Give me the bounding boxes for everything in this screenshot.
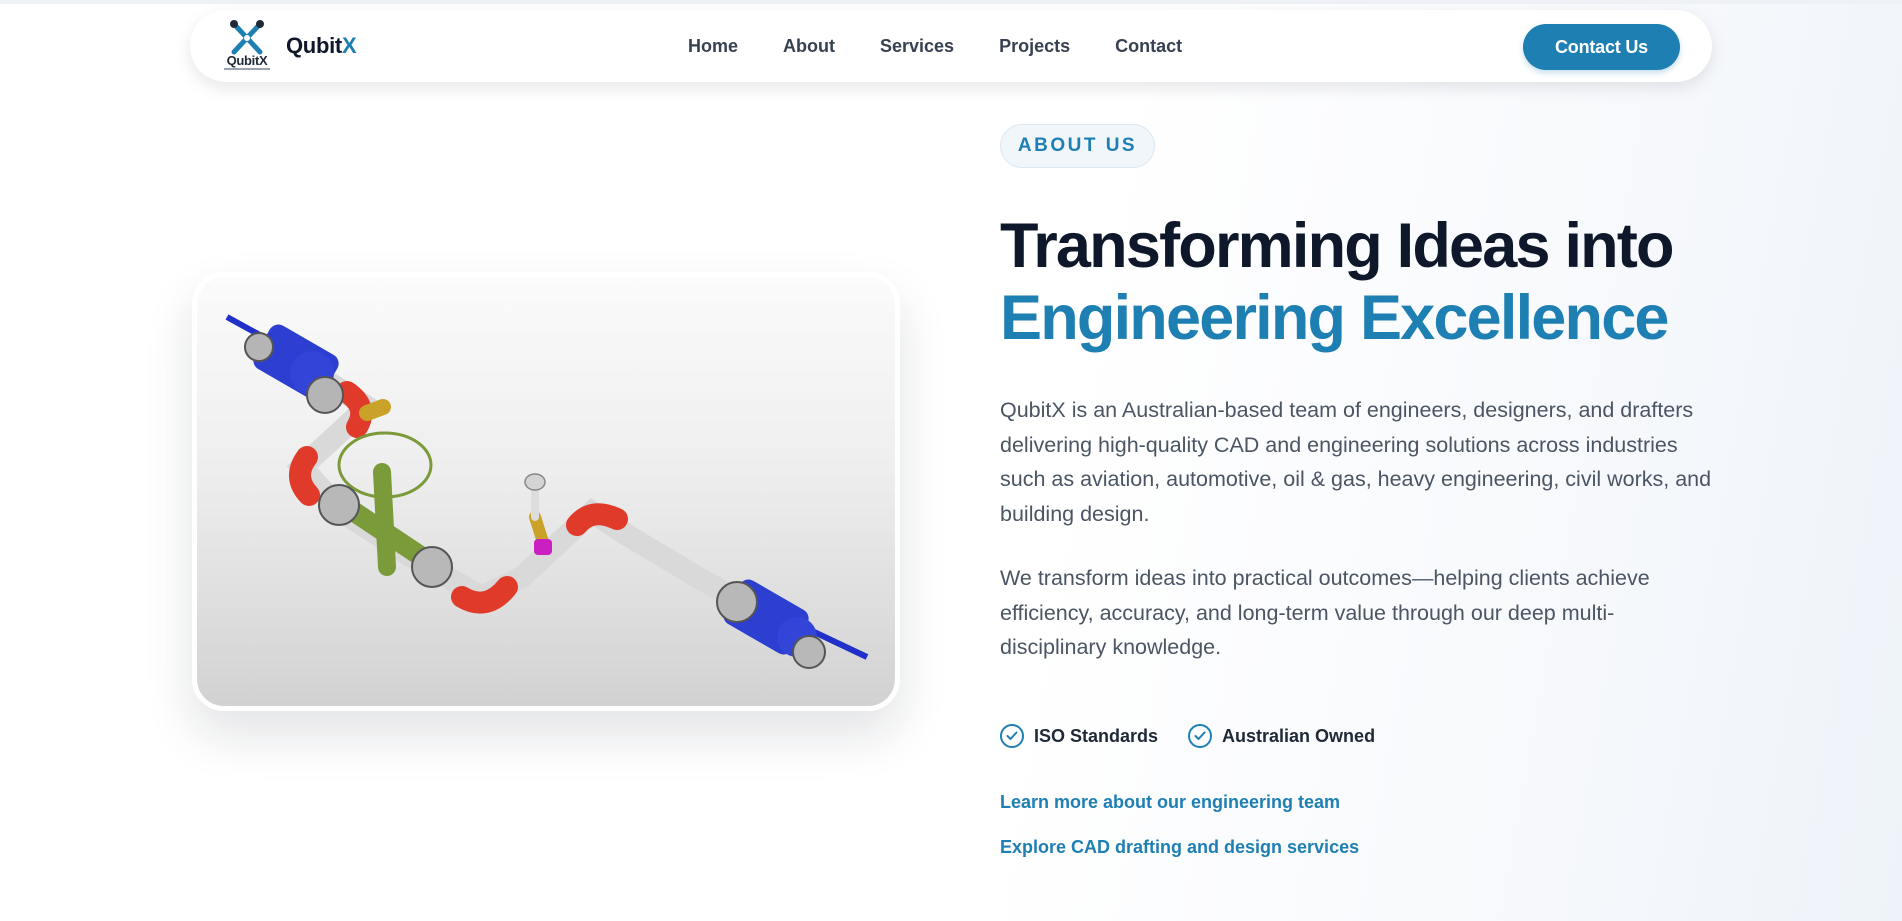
- about-us-badge: ABOUT US: [1000, 124, 1155, 168]
- contact-us-button[interactable]: Contact Us: [1523, 24, 1680, 70]
- feature-item: Australian Owned: [1188, 724, 1375, 748]
- nav-contact[interactable]: Contact: [1115, 36, 1182, 57]
- heading-line-2: Engineering Excellence: [1000, 283, 1669, 353]
- heading-line-1: Transforming Ideas into: [1000, 211, 1675, 281]
- nav-about[interactable]: About: [783, 36, 835, 57]
- brand-name: QubitX: [286, 33, 357, 59]
- brand-name-suffix: X: [341, 33, 357, 58]
- feature-list: ISO Standards Australian Owned: [1000, 724, 1405, 748]
- nav-home[interactable]: Home: [688, 36, 738, 57]
- pipeline-cad-image: [192, 272, 900, 711]
- feature-label: Australian Owned: [1222, 725, 1376, 746]
- about-heading: Transforming Ideas into Engineering Exce…: [1000, 210, 1740, 354]
- logo-wordmark-small: QubitX: [226, 53, 268, 68]
- about-paragraph-2: We transform ideas into practical outcom…: [1000, 566, 1650, 659]
- cad-services-link[interactable]: Explore CAD drafting and design services: [1000, 837, 1359, 858]
- engineering-team-link[interactable]: Learn more about our engineering team: [1000, 792, 1340, 813]
- navbar: QubitX QubitX Home About Services Projec…: [190, 10, 1712, 82]
- feature-item: ISO Standards: [1000, 724, 1158, 748]
- logo-underline: [224, 68, 270, 70]
- feature-label: ISO Standards: [1034, 725, 1159, 746]
- brand-logo[interactable]: QubitX QubitX: [222, 20, 357, 72]
- check-circle-icon: [1188, 724, 1213, 748]
- check-circle-icon: [1000, 724, 1024, 748]
- nav-services[interactable]: Services: [880, 36, 954, 57]
- about-paragraph-1: QubitX is an Australian-based team of en…: [1000, 398, 1712, 526]
- brand-name-prefix: Qubit: [286, 33, 342, 58]
- qubitx-x-logo-icon: QubitX: [222, 20, 272, 72]
- nav-projects[interactable]: Projects: [999, 36, 1070, 57]
- nav-menu: Home About Services Projects Contact: [688, 10, 1227, 82]
- top-border: [0, 0, 1902, 4]
